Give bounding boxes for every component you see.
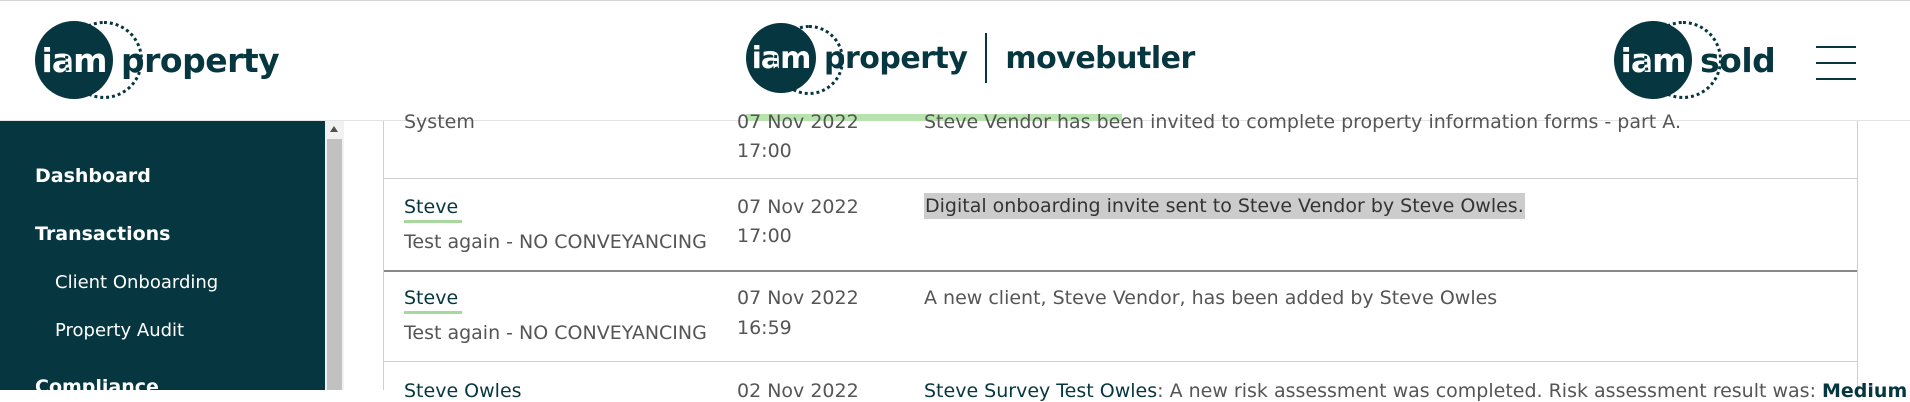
logo-ring: [1644, 21, 1722, 99]
row-date: 07 Nov 2022: [737, 287, 859, 309]
table-row: System 07 Nov 2022 17:00 Steve Vendor ha…: [384, 111, 1857, 179]
message-lead-link[interactable]: Steve Survey Test Owles: [924, 380, 1157, 402]
row-message: Steve Vendor has been invited to complet…: [924, 111, 1682, 133]
burger-line: [1816, 78, 1856, 80]
row-who-link[interactable]: Steve: [404, 287, 458, 309]
risk-result: Medium: [1822, 380, 1908, 402]
link-underline: [404, 311, 462, 314]
sidebar-item-dashboard[interactable]: Dashboard: [35, 165, 151, 187]
row-who-link[interactable]: Steve: [404, 196, 458, 218]
logo-ring: [65, 21, 143, 99]
sidebar-scrollbar[interactable]: [325, 121, 344, 390]
row-who-link[interactable]: Steve Owles: [404, 380, 522, 402]
row-sub: Test again - NO CONVEYANCING: [404, 322, 707, 344]
link-underline: [404, 220, 462, 223]
table-row: Steve Test again - NO CONVEYANCING 07 No…: [384, 271, 1857, 362]
logo-word: property: [824, 40, 968, 76]
sidebar: Dashboard Transactions Client Onboarding…: [0, 121, 325, 398]
activity-table: System 07 Nov 2022 17:00 Steve Vendor ha…: [383, 111, 1907, 402]
top-header: iam property iam property movebutler iam…: [0, 0, 1910, 121]
row-sub: Test again - NO CONVEYANCING: [404, 231, 707, 253]
hamburger-menu-icon[interactable]: [1816, 46, 1856, 94]
row-time: 17:00: [737, 140, 792, 162]
sidebar-item-compliance[interactable]: Compliance: [35, 376, 159, 398]
row-date: 02 Nov 2022: [737, 380, 859, 402]
iam-property-logo[interactable]: iam property: [35, 21, 280, 99]
row-message: Steve Survey Test Owles: A new risk asse…: [924, 380, 1907, 402]
message-body: : A new risk assessment was completed. R…: [1157, 380, 1823, 402]
logo-ring: [774, 25, 844, 95]
row-time: 17:00: [737, 225, 792, 247]
row-time: 16:59: [737, 317, 792, 339]
row-date: 07 Nov 2022: [737, 196, 859, 218]
scrollbar-thumb[interactable]: [327, 139, 342, 390]
sidebar-item-property-audit[interactable]: Property Audit: [55, 320, 184, 341]
sidebar-item-transactions[interactable]: Transactions: [35, 223, 170, 245]
movebutler-word: movebutler: [1005, 40, 1195, 76]
row-message: A new client, Steve Vendor, has been add…: [924, 287, 1498, 309]
table-row: Steve Owles 02 Nov 2022 Steve Survey Tes…: [384, 362, 1907, 402]
logo-divider: [985, 33, 988, 83]
burger-line: [1816, 46, 1856, 48]
burger-line: [1816, 62, 1856, 64]
iam-sold-logo[interactable]: iam sold: [1614, 21, 1776, 99]
scroll-up-icon[interactable]: [330, 126, 338, 132]
iam-property-movebutler-logo[interactable]: iam property movebutler: [746, 23, 1195, 95]
sidebar-item-client-onboarding[interactable]: Client Onboarding: [55, 272, 218, 293]
row-message-highlighted: Digital onboarding invite sent to Steve …: [924, 193, 1525, 219]
row-who: System: [404, 111, 475, 133]
table-row: Steve Test again - NO CONVEYANCING 07 No…: [384, 179, 1857, 272]
row-date: 07 Nov 2022: [737, 111, 859, 133]
logo-word: property: [121, 40, 280, 80]
